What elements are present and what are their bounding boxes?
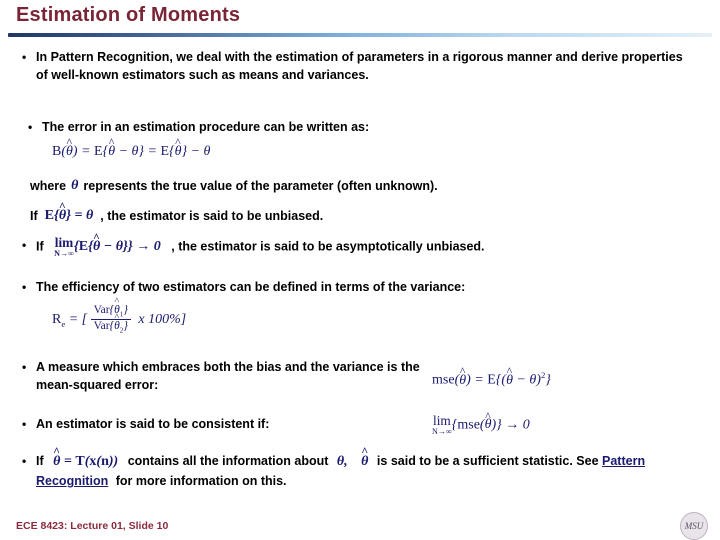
bullet-text: The efficiency of two estimators can be …	[36, 280, 466, 294]
bullet-dot-icon: •	[28, 119, 33, 134]
where-line: where θ represents the true value of the…	[30, 178, 438, 194]
equation-unbiased: E{θ} = θ	[45, 208, 94, 224]
university-logo-icon: MSU	[680, 512, 708, 540]
equation-mse: mse(θ) = E{(θ − θ)2}	[432, 370, 551, 389]
theta-hat-symbol: θ	[361, 454, 368, 469]
unbiased-suffix: , the estimator is said to be unbiased.	[100, 209, 324, 223]
if-label: If	[30, 209, 38, 223]
where-suffix: represents the true value of the paramet…	[83, 179, 438, 193]
bullet-item: • In Pattern Recognition, we deal with t…	[22, 48, 696, 84]
theta-symbol: θ	[71, 178, 79, 193]
bullet-dot-icon: •	[22, 359, 27, 374]
bullet-item: • The error in an estimation procedure c…	[28, 118, 682, 136]
bullet-text: In Pattern Recognition, we deal with the…	[36, 50, 683, 83]
bullet-text: The error in an estimation procedure can…	[42, 120, 370, 134]
slide-footer: ECE 8423: Lecture 01, Slide 10	[16, 520, 169, 532]
asymptotic-suffix: , the estimator is said to be asymptotic…	[171, 239, 485, 254]
sufficient-mid2: is said to be a sufficient statistic. Se…	[376, 454, 599, 468]
if-label: If	[36, 239, 44, 254]
equation-asymptotic: limN→∞{E{θ − θ}} → 0	[54, 236, 164, 258]
equation-efficiency: Re = [ Var{θ1} Var{θ2} x 100%]	[52, 304, 186, 336]
bullet-dot-icon: •	[22, 279, 27, 294]
where-prefix: where	[30, 179, 67, 193]
bullet-text: If limN→∞{E{θ − θ}} → 0 , the estimator …	[36, 236, 706, 258]
bullet-text: A measure which embraces both the bias a…	[36, 360, 420, 393]
bullet-item: • If θ = T(x(n)) contains all the inform…	[22, 452, 708, 490]
equation-bias: B(θ) = E{θ − θ} = E{θ} − θ	[52, 144, 210, 160]
bullet-text: An estimator is said to be consistent if…	[36, 417, 270, 431]
bullet-item: • If limN→∞{E{θ − θ}} → 0 , the estimato…	[22, 236, 706, 258]
bullet-item: • The efficiency of two estimators can b…	[22, 278, 706, 296]
page-title: Estimation of Moments	[16, 4, 241, 26]
title-divider	[8, 33, 712, 37]
bullet-dot-icon: •	[22, 453, 27, 468]
bullet-text: If θ = T(x(n)) contains all the informat…	[36, 452, 708, 490]
equation-consistent: limN→∞{mse(θ)} → 0	[432, 414, 530, 436]
slide: Estimation of Moments • In Pattern Recog…	[0, 0, 720, 540]
if-label: If	[36, 454, 44, 468]
bullet-item: • An estimator is said to be consistent …	[22, 415, 436, 433]
bullet-item: • A measure which embraces both the bias…	[22, 358, 446, 394]
bullet-dot-icon: •	[22, 49, 27, 64]
bullet-dot-icon: •	[22, 237, 27, 252]
unbiased-line: If E{θ} = θ , the estimator is said to b…	[30, 208, 323, 224]
bullet-dot-icon: •	[22, 416, 27, 431]
theta-symbol: θ,	[336, 454, 348, 469]
sufficient-mid: contains all the information about	[127, 454, 329, 468]
sufficient-suffix: for more information on this.	[115, 474, 287, 489]
equation-sufficient: θ = T(x(n))	[53, 454, 122, 469]
